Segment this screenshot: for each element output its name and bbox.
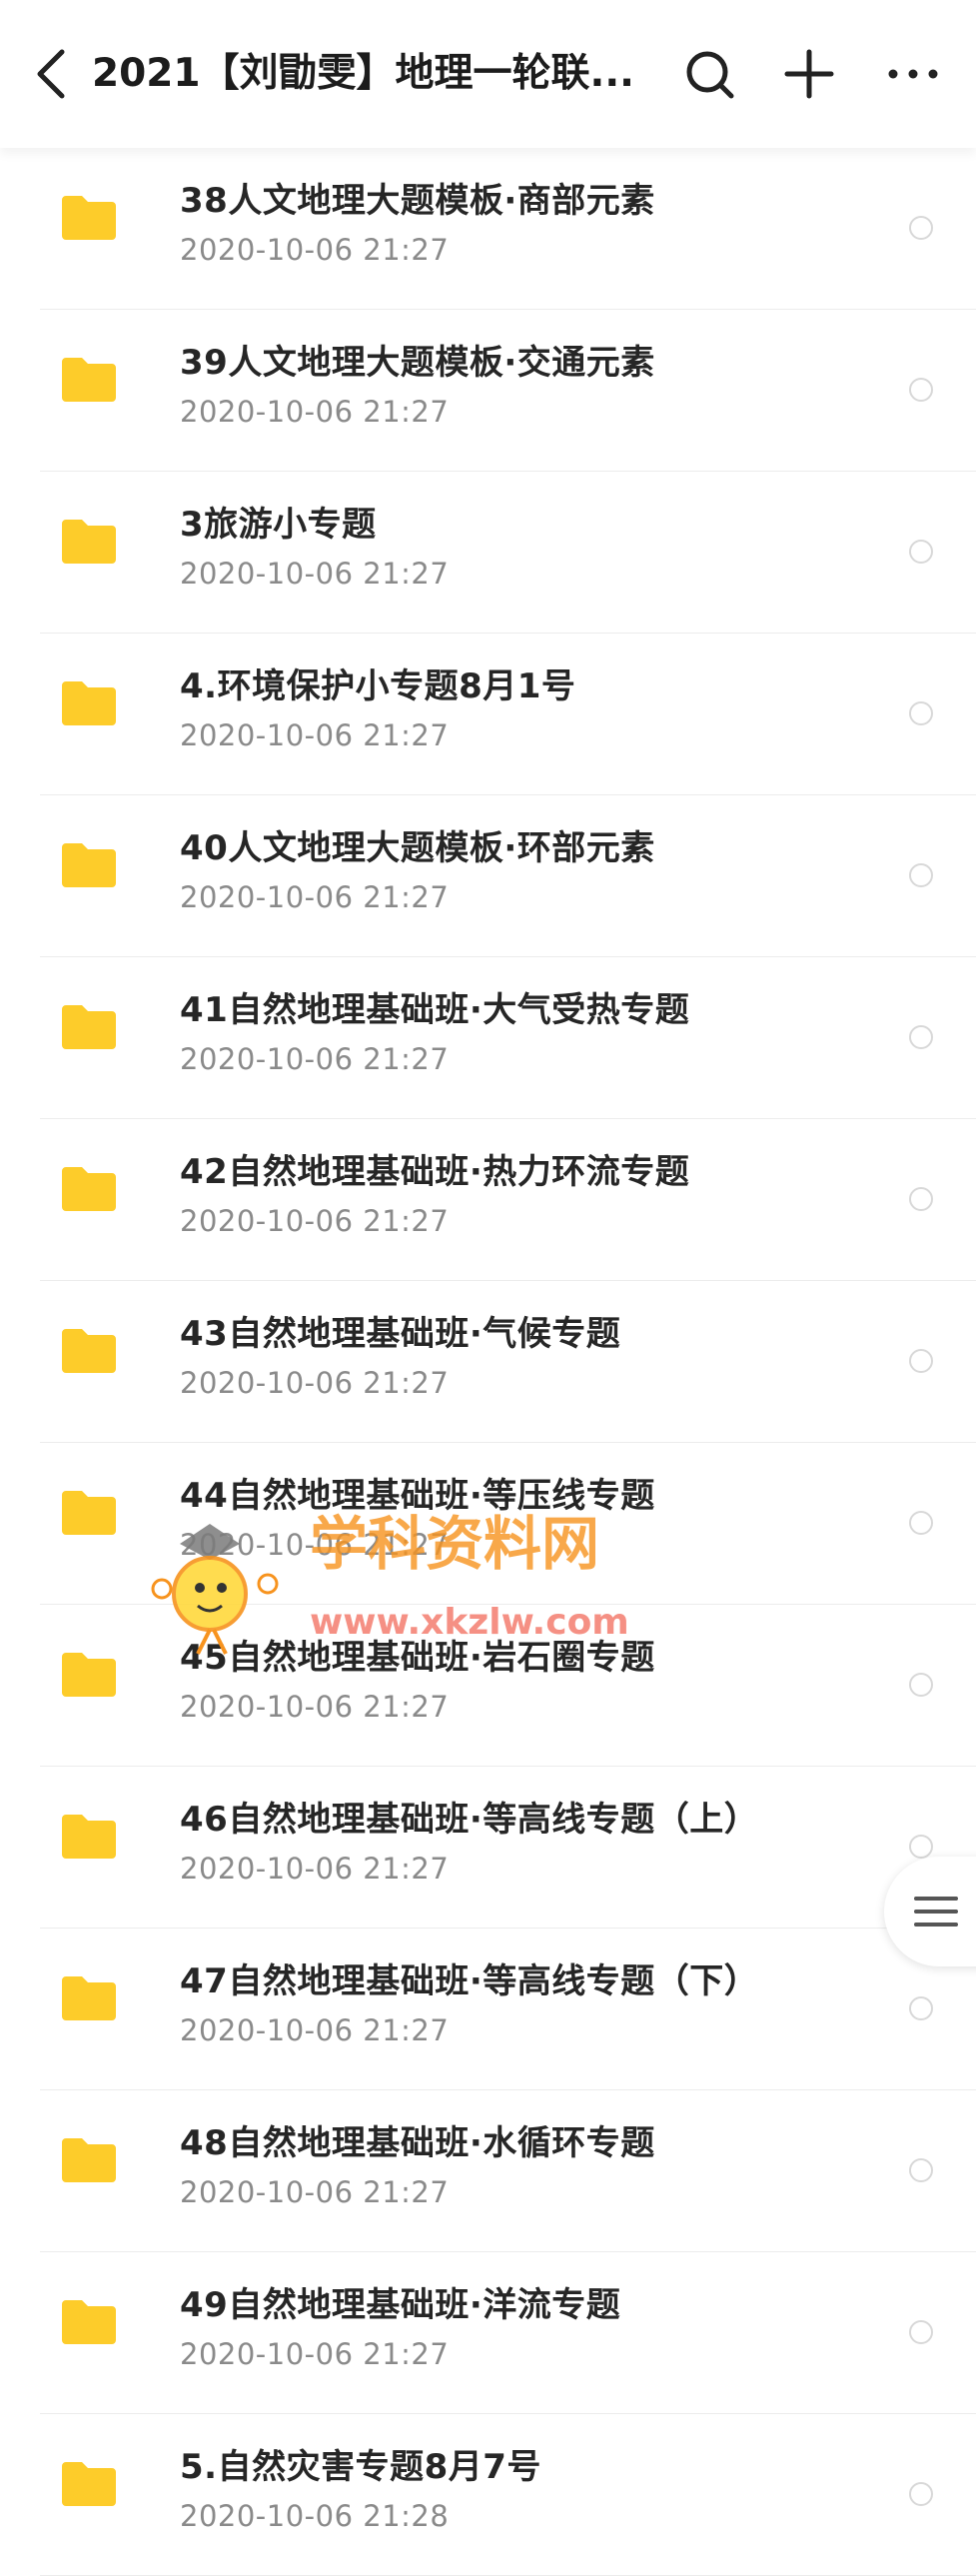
folder-icon	[62, 1976, 116, 2020]
file-row[interactable]: 41自然地理基础班·大气受热专题 2020-10-06 21:27	[0, 957, 976, 1119]
file-date: 2020-10-06 21:27	[180, 2013, 450, 2047]
folder-icon	[62, 1653, 116, 1697]
radio-icon[interactable]	[909, 1187, 933, 1211]
folder-icon	[62, 681, 116, 725]
file-row[interactable]: 49自然地理基础班·洋流专题 2020-10-06 21:27	[0, 2252, 976, 2414]
folder-icon	[62, 2462, 116, 2506]
folder-icon	[62, 1329, 116, 1373]
mascot-icon	[151, 1524, 279, 1655]
folder-icon	[62, 1167, 116, 1211]
file-row[interactable]: 3旅游小专题 2020-10-06 21:27	[0, 472, 976, 634]
file-row[interactable]: 4.环境保护小专题8月1号 2020-10-06 21:27	[0, 634, 976, 795]
file-date: 2020-10-06 21:27	[180, 2175, 450, 2209]
file-list: 38人文地理大题模板·商部元素 2020-10-06 21:27 39人文地理大题模…	[0, 148, 976, 2576]
file-date: 2020-10-06 21:27	[180, 880, 450, 914]
radio-icon[interactable]	[909, 378, 933, 402]
file-name: 47自然地理基础班·等高线专题（下）	[180, 1961, 759, 2001]
file-name: 42自然地理基础班·热力环流专题	[180, 1152, 690, 1192]
radio-icon[interactable]	[909, 216, 933, 240]
folder-icon	[62, 2138, 116, 2182]
file-name: 43自然地理基础班·气候专题	[180, 1314, 621, 1354]
radio-icon[interactable]	[909, 1996, 933, 2020]
file-name: 38人文地理大题模板·商部元素	[180, 181, 655, 221]
radio-icon[interactable]	[909, 701, 933, 725]
radio-icon[interactable]	[909, 1673, 933, 1697]
radio-icon[interactable]	[909, 1511, 933, 1535]
folder-icon	[62, 196, 116, 240]
file-date: 2020-10-06 21:27	[180, 718, 450, 752]
file-date: 2020-10-06 21:27	[180, 395, 450, 429]
search-icon[interactable]	[679, 44, 739, 104]
file-name: 39人文地理大题模板·交通元素	[180, 343, 655, 383]
file-date: 2020-10-06 21:28	[180, 2499, 450, 2533]
folder-icon	[62, 843, 116, 887]
file-row[interactable]: 38人文地理大题模板·商部元素 2020-10-06 21:27	[0, 148, 976, 310]
chevron-left-icon[interactable]	[28, 46, 76, 102]
file-date: 2020-10-06 21:27	[180, 1204, 450, 1238]
file-row[interactable]: 43自然地理基础班·气候专题 2020-10-06 21:27	[0, 1281, 976, 1443]
radio-icon[interactable]	[909, 1025, 933, 1049]
file-row[interactable]: 46自然地理基础班·等高线专题（上） 2020-10-06 21:27	[0, 1767, 976, 1929]
file-row[interactable]: 39人文地理大题模板·交通元素 2020-10-06 21:27	[0, 310, 976, 472]
file-date: 2020-10-06 21:27	[180, 1042, 450, 1076]
file-row[interactable]: 48自然地理基础班·水循环专题 2020-10-06 21:27	[0, 2090, 976, 2252]
file-name: 4.环境保护小专题8月1号	[180, 666, 576, 706]
watermark-url: www.xkzlw.com	[310, 1602, 629, 1643]
radio-icon[interactable]	[909, 2482, 933, 2506]
file-date: 2020-10-06 21:27	[180, 557, 450, 591]
file-date: 2020-10-06 21:27	[180, 1690, 450, 1724]
file-date: 2020-10-06 21:27	[180, 2337, 450, 2371]
file-row[interactable]: 47自然地理基础班·等高线专题（下） 2020-10-06 21:27	[0, 1929, 976, 2090]
folder-title: 2021【刘勖雯】地理一轮联...	[92, 51, 634, 96]
folder-icon	[62, 1491, 116, 1535]
radio-icon[interactable]	[909, 540, 933, 564]
file-name: 3旅游小专题	[180, 505, 377, 545]
folder-icon	[62, 1005, 116, 1049]
radio-icon[interactable]	[909, 2158, 933, 2182]
more-icon[interactable]	[883, 44, 943, 104]
file-date: 2020-10-06 21:27	[180, 233, 450, 267]
radio-icon[interactable]	[909, 1835, 933, 1859]
top-bar: 2021【刘勖雯】地理一轮联...	[0, 0, 976, 148]
file-name: 48自然地理基础班·水循环专题	[180, 2123, 655, 2163]
radio-icon[interactable]	[909, 863, 933, 887]
folder-icon	[62, 358, 116, 402]
file-name: 40人文地理大题模板·环部元素	[180, 828, 655, 868]
file-row[interactable]: 40人文地理大题模板·环部元素 2020-10-06 21:27	[0, 795, 976, 957]
watermark-title: 学科资料网	[310, 1510, 599, 1578]
file-name: 49自然地理基础班·洋流专题	[180, 2285, 621, 2325]
file-date: 2020-10-06 21:27	[180, 1852, 450, 1886]
watermark: 学科资料网 www.xkzlw.com	[151, 1510, 629, 1655]
folder-icon	[62, 520, 116, 564]
file-row[interactable]: 5.自然灾害专题8月7号 2020-10-06 21:28	[0, 2414, 976, 2576]
file-row[interactable]: 42自然地理基础班·热力环流专题 2020-10-06 21:27	[0, 1119, 976, 1281]
folder-icon	[62, 1815, 116, 1859]
radio-icon[interactable]	[909, 2320, 933, 2344]
file-date: 2020-10-06 21:27	[180, 1366, 450, 1400]
plus-icon[interactable]	[779, 44, 839, 104]
file-name: 46自然地理基础班·等高线专题（上）	[180, 1800, 759, 1840]
file-name: 41自然地理基础班·大气受热专题	[180, 990, 690, 1030]
file-name: 5.自然灾害专题8月7号	[180, 2447, 541, 2487]
folder-icon	[62, 2300, 116, 2344]
menu-icon[interactable]	[914, 1895, 958, 1929]
radio-icon[interactable]	[909, 1349, 933, 1373]
